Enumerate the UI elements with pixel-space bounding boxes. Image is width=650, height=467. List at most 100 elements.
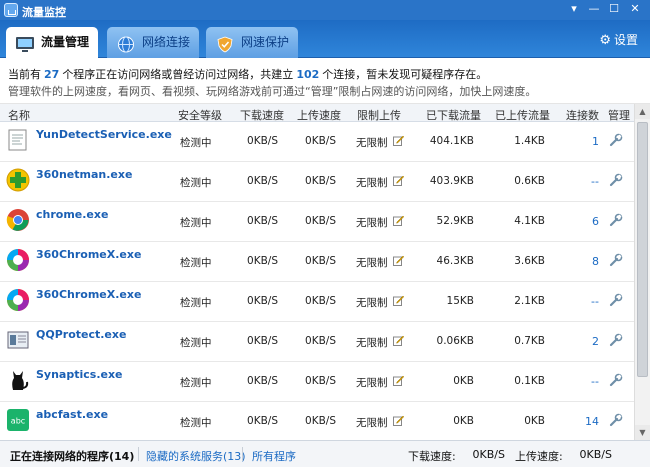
- security-level: 检测中: [180, 337, 212, 349]
- summary-text: 当前有: [8, 68, 41, 81]
- upload-speed: 0KB/S: [305, 375, 336, 387]
- wrench-icon[interactable]: [609, 293, 623, 307]
- upload-speed: 0KB/S: [305, 135, 336, 147]
- upload-limit: 无限制: [356, 177, 388, 189]
- col-limit[interactable]: 限制上传: [357, 107, 401, 123]
- close-button[interactable]: ✕: [627, 2, 643, 16]
- settings-button[interactable]: ⚙ 设置: [599, 31, 638, 48]
- edit-limit-icon[interactable]: [393, 175, 405, 186]
- download-speed: 0KB/S: [247, 255, 278, 267]
- download-speed-value: 0KB/S: [472, 448, 505, 461]
- security-level: 检测中: [180, 377, 212, 389]
- col-manage: 管理: [608, 109, 630, 122]
- process-name[interactable]: QQProtect.exe: [36, 328, 126, 341]
- tab-all-programs[interactable]: 所有程序: [252, 448, 296, 464]
- maximize-button[interactable]: ☐: [606, 2, 622, 16]
- upload-speed: 0KB/S: [305, 215, 336, 227]
- col-up-speed[interactable]: 上传速度: [297, 107, 341, 123]
- 360-plus-icon: [6, 168, 30, 192]
- edit-limit-icon[interactable]: [393, 255, 405, 266]
- upload-speed: 0KB/S: [305, 175, 336, 187]
- download-speed: 0KB/S: [247, 335, 278, 347]
- scroll-down-arrow-icon[interactable]: ▼: [635, 425, 650, 440]
- tab-label: 流量管理: [41, 35, 90, 49]
- scroll-up-arrow-icon[interactable]: ▲: [635, 104, 650, 119]
- wrench-icon[interactable]: [609, 333, 623, 347]
- process-name[interactable]: 360ChromeX.exe: [36, 248, 141, 261]
- uploaded-total: 2.1KB: [514, 295, 545, 307]
- document-icon: [6, 128, 30, 152]
- edit-limit-icon[interactable]: [393, 335, 405, 346]
- edit-limit-icon[interactable]: [393, 295, 405, 306]
- table-row[interactable]: Synaptics.exe 检测中 0KB/S 0KB/S 无限制 0KB 0.1KB --: [0, 362, 634, 402]
- svg-text:abc: abc: [11, 417, 25, 426]
- wrench-icon[interactable]: [609, 133, 623, 147]
- header-tabs: 流量管理 网络连接 网速保护 ⚙ 设置: [0, 20, 650, 58]
- divider: [138, 447, 139, 461]
- tab-network-connection[interactable]: 网络连接: [107, 27, 199, 58]
- col-down-speed[interactable]: 下载速度: [240, 107, 284, 123]
- summary-text: 个程序正在访问网络或曾经访问过网络，共建立: [62, 68, 294, 81]
- connection-count-cell[interactable]: 14: [563, 415, 599, 428]
- uploaded-total: 1.4KB: [514, 135, 545, 147]
- table-row[interactable]: 360ChromeX.exe 检测中 0KB/S 0KB/S 无限制 46.3KB 3.6K…: [0, 242, 634, 282]
- tab-speed-protection[interactable]: 网速保护: [206, 27, 298, 58]
- process-name[interactable]: abcfast.exe: [36, 408, 108, 421]
- scrollbar-thumb[interactable]: [637, 122, 648, 377]
- download-speed: 0KB/S: [247, 175, 278, 187]
- edit-limit-icon[interactable]: [393, 375, 405, 386]
- tab-connected-programs[interactable]: 正在连接网络的程序(14): [10, 448, 134, 464]
- tab-hidden-services[interactable]: 隐藏的系统服务(13): [146, 448, 246, 464]
- process-name[interactable]: YunDetectService.exe: [36, 128, 172, 141]
- wrench-icon[interactable]: [609, 253, 623, 267]
- connection-count-cell[interactable]: 1: [563, 135, 599, 148]
- col-name[interactable]: 名称: [8, 107, 30, 123]
- connection-count-cell: --: [591, 375, 599, 388]
- upload-speed-value: 0KB/S: [579, 448, 612, 461]
- vertical-scrollbar[interactable]: ▲ ▼: [634, 104, 650, 440]
- status-footer: 正在连接网络的程序(14) 隐藏的系统服务(13) 所有程序 下载速度: 0KB…: [0, 440, 650, 467]
- process-name[interactable]: 360netman.exe: [36, 168, 132, 181]
- table-row[interactable]: abc abcfast.exe 检测中 0KB/S 0KB/S 无限制 0KB 0KB 14: [0, 402, 634, 440]
- table-row[interactable]: YunDetectService.exe 检测中 0KB/S 0KB/S 无限制 404.…: [0, 122, 634, 162]
- download-speed: 0KB/S: [247, 215, 278, 227]
- edit-limit-icon[interactable]: [393, 215, 405, 226]
- divider: [242, 447, 243, 461]
- upload-speed: 0KB/S: [305, 415, 336, 427]
- upload-speed: 0KB/S: [305, 255, 336, 267]
- table-header: 名称 安全等级 下载速度 上传速度 限制上传 已下载流量 已上传流量 连接数 管…: [0, 104, 634, 122]
- 360-chrome-icon: [6, 288, 30, 312]
- upload-limit: 无限制: [356, 337, 388, 349]
- edit-limit-icon[interactable]: [393, 415, 405, 426]
- wrench-icon[interactable]: [609, 173, 623, 187]
- table-row[interactable]: QQProtect.exe 检测中 0KB/S 0KB/S 无限制 0.06KB 0.7KB…: [0, 322, 634, 362]
- table-row[interactable]: chrome.exe 检测中 0KB/S 0KB/S 无限制 52.9KB 4.1KB 6: [0, 202, 634, 242]
- table-row[interactable]: 360ChromeX.exe 检测中 0KB/S 0KB/S 无限制 15KB 2.1KB -…: [0, 282, 634, 322]
- settings-label: 设置: [613, 33, 638, 47]
- edit-limit-icon[interactable]: [393, 135, 405, 146]
- tab-label: 网速保护: [241, 35, 290, 49]
- window-title: 流量监控: [22, 6, 66, 19]
- wrench-icon[interactable]: [609, 413, 623, 427]
- connection-count-cell[interactable]: 6: [563, 215, 599, 228]
- tab-traffic-management[interactable]: 流量管理: [6, 27, 98, 58]
- wrench-icon[interactable]: [609, 373, 623, 387]
- process-name[interactable]: 360ChromeX.exe: [36, 288, 141, 301]
- upload-limit: 无限制: [356, 417, 388, 429]
- connection-count-cell[interactable]: 2: [563, 335, 599, 348]
- wrench-icon[interactable]: [609, 213, 623, 227]
- security-level: 检测中: [180, 137, 212, 149]
- col-downloaded[interactable]: 已下载流量: [426, 107, 481, 123]
- col-connections[interactable]: 连接数: [566, 107, 599, 123]
- download-speed: 0KB/S: [247, 135, 278, 147]
- process-name[interactable]: Synaptics.exe: [36, 368, 123, 381]
- monitor-icon: [15, 34, 35, 52]
- download-speed: 0KB/S: [247, 415, 278, 427]
- col-uploaded[interactable]: 已上传流量: [495, 107, 550, 123]
- minimize-button[interactable]: —: [586, 2, 602, 16]
- connection-count-cell[interactable]: 8: [563, 255, 599, 268]
- table-row[interactable]: 360netman.exe 检测中 0KB/S 0KB/S 无限制 403.9KB 0.6K…: [0, 162, 634, 202]
- col-security[interactable]: 安全等级: [178, 107, 222, 123]
- menu-dropdown-button[interactable]: ▾: [566, 2, 582, 16]
- process-name[interactable]: chrome.exe: [36, 208, 108, 221]
